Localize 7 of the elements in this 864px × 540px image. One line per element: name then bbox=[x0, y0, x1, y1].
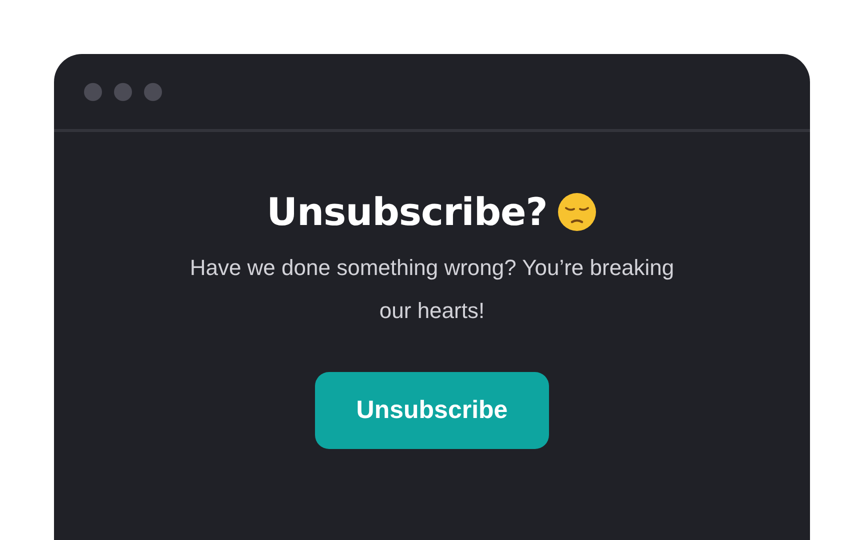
message: Have we done something wrong? You’re breaking our hearts! bbox=[188, 254, 676, 325]
window-control-dot[interactable] bbox=[114, 82, 132, 100]
pensive-face-icon bbox=[557, 192, 598, 232]
heading: Unsubscribe? bbox=[266, 190, 548, 234]
unsubscribe-button[interactable]: Unsubscribe bbox=[315, 372, 549, 449]
window-control-dot[interactable] bbox=[144, 82, 162, 100]
window-control-dot[interactable] bbox=[84, 82, 102, 100]
